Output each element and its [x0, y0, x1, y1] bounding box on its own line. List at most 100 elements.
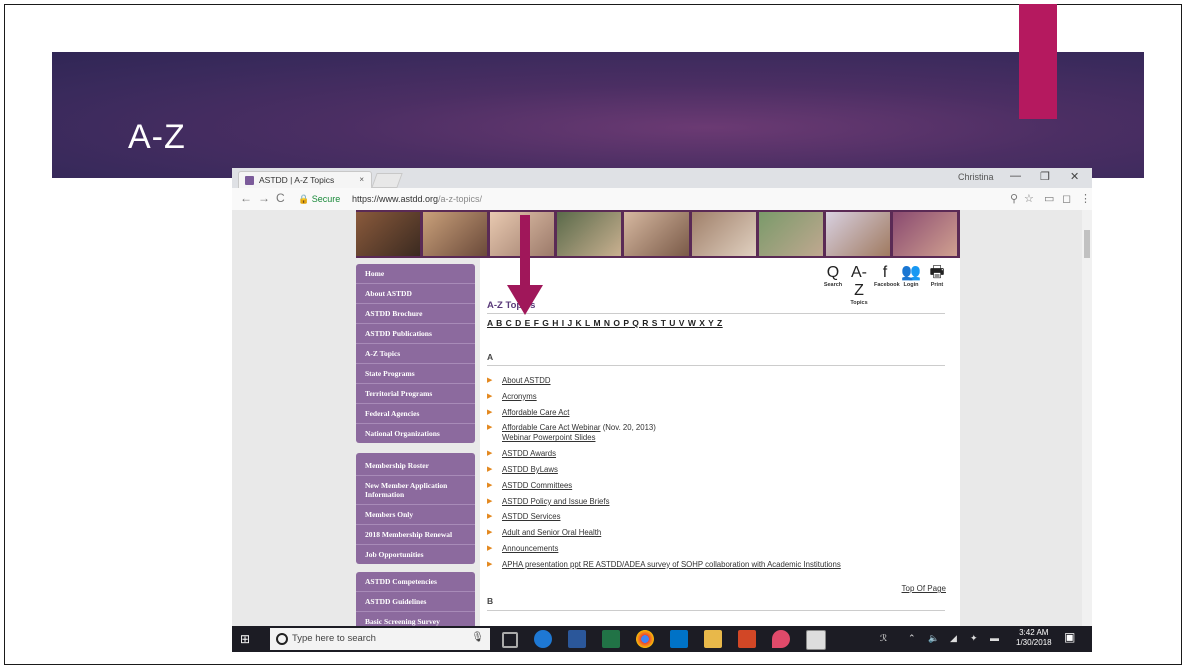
bullet-arrow-icon: ▶ — [487, 424, 493, 432]
bullet-arrow-icon: ▶ — [487, 392, 493, 400]
notification-icon[interactable]: ▣ — [1064, 630, 1075, 644]
bookmark-star-icon[interactable]: ☆ — [1024, 192, 1034, 205]
topic-link[interactable]: Acronyms — [502, 392, 537, 401]
reload-icon[interactable]: C — [276, 191, 285, 205]
taskbar-search-input[interactable]: Type here to search 🎙 — [270, 628, 490, 650]
topic-link[interactable]: APHA presentation ppt RE ASTDD/ADEA surv… — [502, 560, 841, 569]
profile-name[interactable]: Christina — [958, 172, 994, 182]
list-item: ▶ Affordable Care Act — [487, 408, 947, 417]
sidebar-item[interactable]: About ASTDD — [356, 284, 475, 304]
taskbar-search-placeholder: Type here to search — [292, 633, 376, 644]
menu-group: ASTDD Competencies ASTDD Guidelines Basic … — [356, 572, 475, 631]
restore-icon[interactable]: ❐ — [1040, 170, 1050, 183]
login-icon[interactable]: 👥 Login — [900, 264, 922, 306]
outlook-icon[interactable] — [670, 630, 688, 648]
topic-link[interactable]: Adult and Senior Oral Health — [502, 528, 601, 537]
volume-icon[interactable]: 🔈 — [928, 633, 939, 644]
photos-icon[interactable] — [806, 630, 826, 650]
sidebar-item[interactable]: ASTDD Brochure — [356, 304, 475, 324]
word-icon[interactable] — [568, 630, 586, 648]
people-icon[interactable]: ℛ — [880, 633, 887, 644]
sidebar-item[interactable]: Job Opportunities — [356, 545, 475, 564]
windows-taskbar: ⊞ Type here to search 🎙 ℛ ⌃ 🔈 ◢ ✦ ▬ 3:42… — [232, 626, 1092, 652]
print-icon[interactable]: 🖶 Print — [926, 264, 948, 306]
az-topics-icon[interactable]: A-Z Topics — [848, 264, 870, 306]
back-icon[interactable]: ← — [240, 191, 252, 205]
tab-title: ASTDD | A-Z Topics — [259, 175, 335, 185]
menu-icon[interactable]: ⋮ — [1080, 192, 1091, 205]
tray-chevron-icon[interactable]: ⌃ — [908, 633, 916, 644]
extension-icon-2[interactable]: ◻ — [1062, 192, 1071, 205]
list-item: ▶ APHA presentation ppt RE ASTDD/ADEA sur… — [487, 560, 947, 569]
url-field[interactable]: https://www.astdd.org/a-z-topics/ — [352, 194, 482, 204]
powerpoint-icon[interactable] — [738, 630, 756, 648]
bullet-arrow-icon: ▶ — [487, 513, 493, 521]
sidebar-item[interactable]: State Programs — [356, 364, 475, 384]
sidebar-item[interactable]: Membership Roster — [356, 453, 475, 476]
scrollbar[interactable] — [1082, 210, 1092, 626]
list-item: ▶ Acronyms — [487, 392, 947, 401]
battery-icon[interactable]: ▬ — [990, 633, 999, 643]
bullet-arrow-icon: ▶ — [487, 497, 493, 505]
list-item: ▶ ASTDD Committees — [487, 481, 947, 490]
zoom-icon[interactable]: ⚲ — [1010, 192, 1018, 205]
chrome-icon[interactable] — [636, 630, 654, 648]
facebook-icon[interactable]: f Facebook — [874, 264, 900, 306]
down-arrow-annotation — [507, 215, 543, 315]
network-icon[interactable]: ◢ — [950, 633, 957, 644]
sidebar-item[interactable]: ASTDD Publications — [356, 324, 475, 344]
app-icon[interactable] — [772, 630, 790, 648]
clock-date: 1/30/2018 — [1016, 638, 1052, 647]
topic-link[interactable]: ASTDD Committees — [502, 481, 572, 490]
topic-link[interactable]: Affordable Care Act — [502, 408, 569, 417]
icon-glyph: Q — [826, 264, 840, 281]
sidebar-item[interactable]: ASTDD Competencies — [356, 572, 475, 592]
tray-app-icon[interactable]: ✦ — [970, 633, 978, 644]
sidebar-item[interactable]: ASTDD Guidelines — [356, 592, 475, 612]
icon-glyph: 👥 — [901, 264, 921, 281]
url-path: /a-z-topics/ — [438, 194, 483, 204]
icon-label: Search — [823, 282, 843, 288]
windows-start-icon[interactable]: ⊞ — [240, 632, 250, 646]
close-icon[interactable]: ✕ — [1070, 170, 1079, 183]
scroll-thumb[interactable] — [1084, 230, 1090, 258]
file-explorer-icon[interactable] — [704, 630, 722, 648]
excel-icon[interactable] — [602, 630, 620, 648]
sidebar-item[interactable]: Territorial Programs — [356, 384, 475, 404]
topic-link[interactable]: ASTDD Awards — [502, 449, 556, 458]
top-of-page-link[interactable]: Top Of Page — [902, 584, 946, 593]
search-icon[interactable]: Q Search — [822, 264, 844, 306]
sidebar-item[interactable]: Home — [356, 264, 475, 284]
sidebar-item[interactable]: Members Only — [356, 505, 475, 525]
slide-title-banner — [52, 52, 1144, 178]
forward-icon[interactable]: → — [258, 191, 270, 205]
task-view-icon[interactable] — [502, 632, 518, 648]
url-host: https://www.astdd.org — [352, 194, 439, 204]
edge-icon[interactable] — [534, 630, 552, 648]
topic-link[interactable]: ASTDD ByLaws — [502, 465, 558, 474]
sidebar-item[interactable]: A-Z Topics — [356, 344, 475, 364]
microphone-icon[interactable]: 🎙 — [471, 632, 484, 643]
tab-close-icon[interactable]: × — [359, 175, 364, 184]
sidebar-item[interactable]: New Member Application Information — [356, 476, 475, 505]
sidebar-item[interactable]: National Organizations — [356, 424, 475, 443]
extension-icon[interactable]: ▭ — [1044, 192, 1054, 205]
sub-link[interactable]: Webinar Powerpoint Slides — [502, 433, 947, 442]
sidebar-item[interactable]: 2018 Membership Renewal — [356, 525, 475, 545]
topic-link[interactable]: ASTDD Policy and Issue Briefs — [502, 497, 609, 506]
bullet-arrow-icon: ▶ — [487, 544, 493, 552]
list-item: ▶ ASTDD ByLaws — [487, 465, 947, 474]
tab-astdd[interactable]: ASTDD | A-Z Topics × — [238, 171, 372, 188]
topic-link[interactable]: About ASTDD — [502, 376, 551, 385]
topic-link[interactable]: ASTDD Services — [502, 512, 561, 521]
header-photo — [423, 212, 488, 256]
taskbar-clock[interactable]: 3:42 AM 1/30/2018 — [1016, 628, 1052, 648]
secure-indicator[interactable]: 🔒 Secure — [298, 194, 340, 205]
letter-index[interactable]: A B C D E F G H I J K L M N O P Q R S T … — [487, 318, 723, 328]
topic-link[interactable]: Affordable Care Act Webinar — [502, 423, 601, 432]
sidebar-item[interactable]: Federal Agencies — [356, 404, 475, 424]
topic-link[interactable]: Announcements — [502, 544, 558, 553]
clock-time: 3:42 AM — [1019, 628, 1049, 637]
minimize-icon[interactable]: — — [1010, 170, 1021, 182]
new-tab-button[interactable] — [371, 173, 403, 188]
